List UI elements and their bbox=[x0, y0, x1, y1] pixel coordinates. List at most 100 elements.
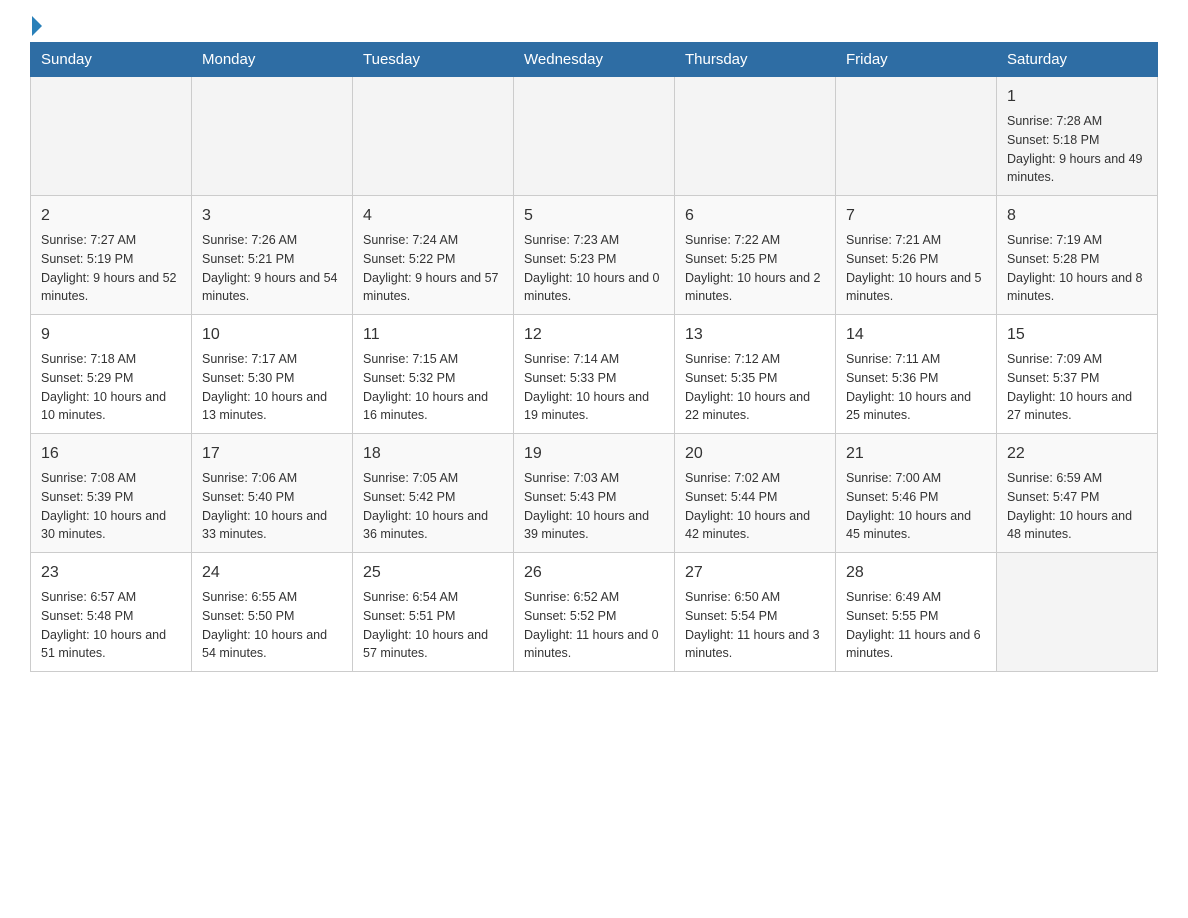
sunset-text: Sunset: 5:52 PM bbox=[524, 609, 616, 623]
daylight-text: Daylight: 9 hours and 54 minutes. bbox=[202, 271, 338, 304]
day-number: 15 bbox=[1007, 323, 1147, 347]
daylight-text: Daylight: 10 hours and 30 minutes. bbox=[41, 509, 166, 542]
daylight-text: Daylight: 11 hours and 0 minutes. bbox=[524, 628, 659, 661]
sunrise-text: Sunrise: 6:54 AM bbox=[363, 590, 458, 604]
calendar-cell: 15 Sunrise: 7:09 AM Sunset: 5:37 PM Dayligh… bbox=[997, 315, 1158, 434]
calendar-cell bbox=[836, 77, 997, 196]
day-number: 16 bbox=[41, 442, 181, 466]
calendar-cell: 12Sunrise: 7:14 AMSunset: 5:33 PMDayligh… bbox=[514, 315, 675, 434]
sunrise-text: Sunrise: 7:17 AM bbox=[202, 352, 297, 366]
calendar-week-row: 1Sunrise: 7:28 AMSunset: 5:18 PMDaylight… bbox=[31, 77, 1158, 196]
sunrise-text: Sunrise: 7:08 AM bbox=[41, 471, 136, 485]
sunset-text: Sunset: 5:42 PM bbox=[363, 490, 455, 504]
sunset-text: Sunset: 5:51 PM bbox=[363, 609, 455, 623]
calendar-cell: 17Sunrise: 7:06 AMSunset: 5:40 PMDayligh… bbox=[192, 434, 353, 553]
day-number: 27 bbox=[685, 561, 825, 585]
sunset-text: Sunset: 5:36 PM bbox=[846, 371, 938, 385]
daylight-text: Daylight: 10 hours and 8 minutes. bbox=[1007, 271, 1143, 304]
sunset-text: Sunset: 5:54 PM bbox=[685, 609, 777, 623]
sunset-text: Sunset: 5:48 PM bbox=[41, 609, 133, 623]
sunset-text: Sunset: 5:29 PM bbox=[41, 371, 133, 385]
daylight-text: Daylight: 10 hours and 48 minutes. bbox=[1007, 509, 1132, 542]
sunrise-text: Sunrise: 7:03 AM bbox=[524, 471, 619, 485]
sunrise-text: Sunrise: 6:59 AM bbox=[1007, 471, 1102, 485]
day-number: 11 bbox=[363, 323, 503, 347]
day-number: 10 bbox=[202, 323, 342, 347]
day-number: 25 bbox=[363, 561, 503, 585]
day-number: 7 bbox=[846, 204, 986, 228]
calendar-cell: 10Sunrise: 7:17 AMSunset: 5:30 PMDayligh… bbox=[192, 315, 353, 434]
daylight-text: Daylight: 10 hours and 5 minutes. bbox=[846, 271, 982, 304]
calendar-cell: 11Sunrise: 7:15 AMSunset: 5:32 PMDayligh… bbox=[353, 315, 514, 434]
sunset-text: Sunset: 5:30 PM bbox=[202, 371, 294, 385]
sunrise-text: Sunrise: 6:50 AM bbox=[685, 590, 780, 604]
calendar-cell: 24Sunrise: 6:55 AMSunset: 5:50 PMDayligh… bbox=[192, 553, 353, 672]
daylight-text: Daylight: 10 hours and 27 minutes. bbox=[1007, 390, 1132, 423]
day-number: 26 bbox=[524, 561, 664, 585]
daylight-text: Daylight: 10 hours and 45 minutes. bbox=[846, 509, 971, 542]
day-number: 19 bbox=[524, 442, 664, 466]
calendar-cell: 16Sunrise: 7:08 AMSunset: 5:39 PMDayligh… bbox=[31, 434, 192, 553]
sunrise-text: Sunrise: 7:11 AM bbox=[846, 352, 940, 366]
calendar-cell: 2Sunrise: 7:27 AMSunset: 5:19 PMDaylight… bbox=[31, 196, 192, 315]
calendar-cell: 1Sunrise: 7:28 AMSunset: 5:18 PMDaylight… bbox=[997, 77, 1158, 196]
sunrise-text: Sunrise: 6:55 AM bbox=[202, 590, 297, 604]
daylight-text: Daylight: 10 hours and 10 minutes. bbox=[41, 390, 166, 423]
sunset-text: Sunset: 5:55 PM bbox=[846, 609, 938, 623]
calendar-cell: 5Sunrise: 7:23 AMSunset: 5:23 PMDaylight… bbox=[514, 196, 675, 315]
day-number: 23 bbox=[41, 561, 181, 585]
sunrise-text: Sunrise: 6:49 AM bbox=[846, 590, 941, 604]
sunrise-text: Sunrise: 7:05 AM bbox=[363, 471, 458, 485]
calendar-cell: 26Sunrise: 6:52 AMSunset: 5:52 PMDayligh… bbox=[514, 553, 675, 672]
day-number: 17 bbox=[202, 442, 342, 466]
calendar-cell: 25 Sunrise: 6:54 AM Sunset: 5:51 PM Dayligh… bbox=[353, 553, 514, 672]
calendar-cell bbox=[353, 77, 514, 196]
calendar-header-row: SundayMondayTuesdayWednesdayThursdayFrid… bbox=[31, 43, 1158, 77]
calendar-cell: 19Sunrise: 7:03 AMSunset: 5:43 PMDayligh… bbox=[514, 434, 675, 553]
calendar-day-header: Saturday bbox=[997, 43, 1158, 77]
calendar-cell: 20Sunrise: 7:02 AMSunset: 5:44 PMDayligh… bbox=[675, 434, 836, 553]
sunset-text: Sunset: 5:25 PM bbox=[685, 252, 777, 266]
calendar-day-header: Sunday bbox=[31, 43, 192, 77]
sunrise-text: Sunrise: 7:28 AM bbox=[1007, 114, 1102, 128]
calendar-cell: 9Sunrise: 7:18 AMSunset: 5:29 PMDaylight… bbox=[31, 315, 192, 434]
sunset-text: Sunset: 5:50 PM bbox=[202, 609, 294, 623]
daylight-text: Daylight: 10 hours and 57 minutes. bbox=[363, 628, 488, 661]
calendar-cell: 8Sunrise: 7:19 AMSunset: 5:28 PMDaylight… bbox=[997, 196, 1158, 315]
calendar-cell bbox=[192, 77, 353, 196]
calendar-cell: 22Sunrise: 6:59 AMSunset: 5:47 PMDayligh… bbox=[997, 434, 1158, 553]
calendar-cell: 18Sunrise: 7:05 AMSunset: 5:42 PMDayligh… bbox=[353, 434, 514, 553]
sunrise-text: Sunrise: 7:26 AM bbox=[202, 233, 297, 247]
day-number: 18 bbox=[363, 442, 503, 466]
sunset-text: Sunset: 5:46 PM bbox=[846, 490, 938, 504]
daylight-text: Daylight: 11 hours and 6 minutes. bbox=[846, 628, 981, 661]
calendar-week-row: 9Sunrise: 7:18 AMSunset: 5:29 PMDaylight… bbox=[31, 315, 1158, 434]
day-number: 14 bbox=[846, 323, 986, 347]
sunrise-text: Sunrise: 7:00 AM bbox=[846, 471, 941, 485]
sunset-text: Sunset: 5:18 PM bbox=[1007, 133, 1099, 147]
day-number: 9 bbox=[41, 323, 181, 347]
daylight-text: Daylight: 10 hours and 39 minutes. bbox=[524, 509, 649, 542]
sunset-text: Sunset: 5:47 PM bbox=[1007, 490, 1099, 504]
sunrise-text: Sunrise: 7:21 AM bbox=[846, 233, 941, 247]
day-number: 20 bbox=[685, 442, 825, 466]
sunset-text: Sunset: 5:44 PM bbox=[685, 490, 777, 504]
calendar-cell: 13Sunrise: 7:12 AMSunset: 5:35 PMDayligh… bbox=[675, 315, 836, 434]
daylight-text: Daylight: 10 hours and 33 minutes. bbox=[202, 509, 327, 542]
logo bbox=[30, 20, 42, 32]
daylight-text: Daylight: 9 hours and 49 minutes. bbox=[1007, 152, 1143, 185]
daylight-text: Daylight: 10 hours and 22 minutes. bbox=[685, 390, 810, 423]
daylight-text: Daylight: 10 hours and 51 minutes. bbox=[41, 628, 166, 661]
calendar-cell: 14Sunrise: 7:11 AMSunset: 5:36 PMDayligh… bbox=[836, 315, 997, 434]
day-number: 24 bbox=[202, 561, 342, 585]
sunrise-text: Sunrise: 7:09 AM bbox=[1007, 352, 1102, 366]
sunset-text: Sunset: 5:40 PM bbox=[202, 490, 294, 504]
sunset-text: Sunset: 5:37 PM bbox=[1007, 371, 1099, 385]
calendar-cell: 7Sunrise: 7:21 AMSunset: 5:26 PMDaylight… bbox=[836, 196, 997, 315]
sunset-text: Sunset: 5:23 PM bbox=[524, 252, 616, 266]
sunrise-text: Sunrise: 7:19 AM bbox=[1007, 233, 1102, 247]
sunrise-text: Sunrise: 7:12 AM bbox=[685, 352, 780, 366]
calendar-day-header: Friday bbox=[836, 43, 997, 77]
daylight-text: Daylight: 9 hours and 57 minutes. bbox=[363, 271, 499, 304]
daylight-text: Daylight: 10 hours and 2 minutes. bbox=[685, 271, 821, 304]
